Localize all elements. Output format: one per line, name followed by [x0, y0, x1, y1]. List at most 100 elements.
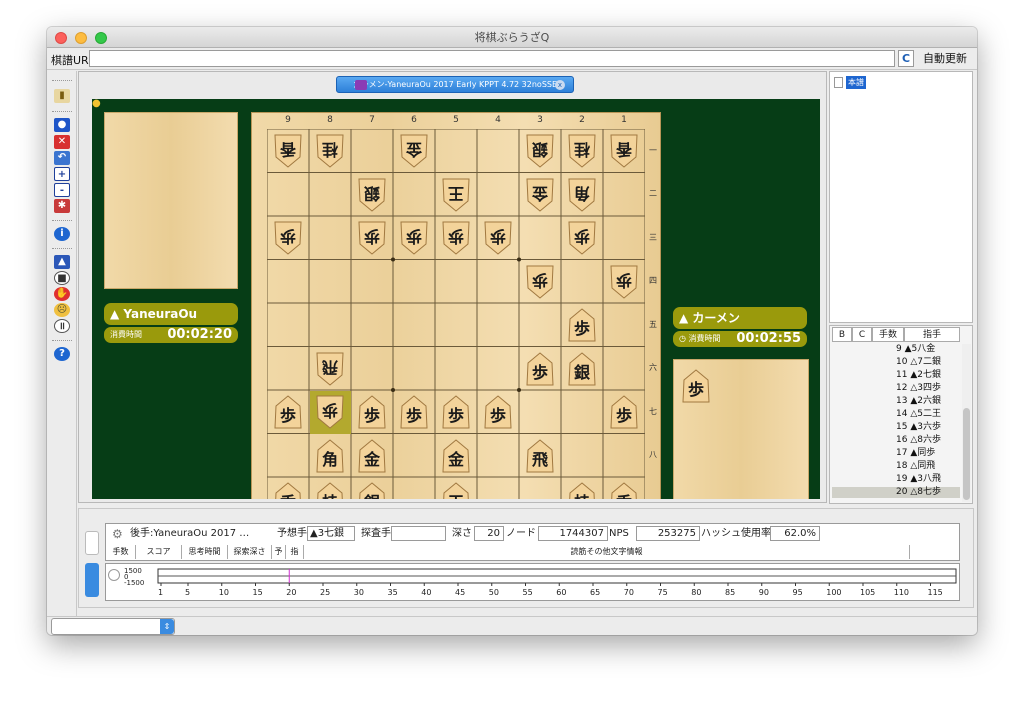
shogi-board[interactable]: 987654321 一二三四五六七八 香桂金銀桂香銀王金角歩歩歩歩歩歩歩歩歩飛歩…	[251, 112, 661, 499]
shogi-piece[interactable]: 桂	[314, 481, 346, 499]
shogi-piece[interactable]: 歩	[566, 307, 598, 343]
shogi-piece[interactable]: 金	[440, 438, 472, 474]
hand-piece[interactable]: 歩	[680, 368, 712, 404]
board-icon[interactable]: ▮	[54, 89, 70, 103]
help-icon[interactable]: ?	[54, 347, 70, 361]
col-move-number[interactable]: 手数	[872, 327, 904, 342]
record-icon[interactable]: ●	[54, 118, 70, 132]
shogi-piece[interactable]: 香	[272, 481, 304, 499]
zoom-window-button[interactable]	[95, 32, 107, 44]
chevron-down-icon[interactable]: ⇕	[160, 619, 174, 634]
tab-close-icon[interactable]: x	[555, 80, 565, 90]
undo-icon[interactable]: ↶	[54, 151, 70, 165]
shogi-piece[interactable]: 香	[608, 133, 640, 169]
shogi-piece[interactable]: 歩	[272, 394, 304, 430]
resign-icon[interactable]: ✋	[54, 287, 70, 301]
tree-node-main[interactable]: 本譜	[846, 76, 866, 89]
minimize-window-button[interactable]	[75, 32, 87, 44]
move-row[interactable]: 14 △5二王	[832, 409, 960, 420]
pause-icon[interactable]: ॥	[54, 319, 70, 333]
shogi-piece[interactable]: 歩	[482, 394, 514, 430]
shogi-piece[interactable]: 角	[566, 177, 598, 213]
game-tab[interactable]: カーメン-YaneuraOu 2017 Early KPPT 4.72 32no…	[336, 76, 574, 93]
face-icon[interactable]: ☹	[54, 303, 70, 317]
col-c[interactable]: C	[852, 327, 872, 342]
move-row[interactable]: 10 △7二銀	[832, 357, 960, 368]
graph-toggle[interactable]	[108, 569, 120, 581]
shogi-piece[interactable]: 銀	[356, 481, 388, 499]
move-row[interactable]: 20 △8七歩	[832, 487, 960, 498]
shogi-piece[interactable]: 角	[314, 438, 346, 474]
close-window-button[interactable]	[55, 32, 67, 44]
shogi-piece[interactable]: 王	[440, 177, 472, 213]
shogi-piece[interactable]: 飛	[314, 351, 346, 387]
shogi-piece[interactable]: 桂	[566, 481, 598, 499]
engine-column-header[interactable]: 指	[286, 545, 304, 559]
move-row[interactable]: 18 △同飛	[832, 461, 960, 472]
reload-button[interactable]: C	[898, 50, 914, 67]
engine-icon[interactable]: ▲	[54, 255, 70, 269]
zoom-out-icon[interactable]: -	[54, 183, 70, 197]
shogi-piece[interactable]: 歩	[524, 264, 556, 300]
sente-piece-stand[interactable]	[104, 112, 238, 289]
shogi-piece[interactable]: 金	[524, 177, 556, 213]
scroll-thumb[interactable]	[963, 408, 970, 500]
move-row[interactable]: 13 ▲2六銀	[832, 396, 960, 407]
move-row[interactable]: 17 ▲同歩	[832, 448, 960, 459]
shogi-piece[interactable]: 桂	[566, 133, 598, 169]
shogi-piece[interactable]: 歩	[272, 220, 304, 256]
shogi-piece[interactable]: 香	[608, 481, 640, 499]
shogi-piece[interactable]: 歩	[398, 394, 430, 430]
engine-column-header[interactable]: 探索深さ	[228, 545, 272, 559]
shogi-piece[interactable]: 歩	[356, 394, 388, 430]
gear-icon[interactable]: ⚙	[112, 527, 123, 541]
shogi-piece[interactable]: 銀	[566, 351, 598, 387]
move-row[interactable]: 11 ▲2七銀	[832, 370, 960, 381]
evaluation-graph[interactable]: 1500 0 -1500 1 5 10 15 20 25 30 35 40 45 50 55 60 65 70 75…	[105, 563, 960, 601]
shogi-piece[interactable]: 銀	[524, 133, 556, 169]
gote-piece-stand[interactable]: 歩	[673, 359, 809, 499]
shogi-piece[interactable]: 歩	[482, 220, 514, 256]
shogi-piece[interactable]: 歩	[566, 220, 598, 256]
shogi-piece[interactable]: 歩	[398, 220, 430, 256]
auto-update-button[interactable]: 自動更新	[920, 50, 970, 67]
shogi-piece[interactable]: 歩	[314, 394, 346, 430]
shogi-piece[interactable]: 歩	[608, 394, 640, 430]
graph-tab[interactable]	[85, 563, 99, 597]
kifu-url-input[interactable]	[89, 50, 895, 67]
stop-icon[interactable]: ■	[54, 271, 70, 285]
zoom-in-icon[interactable]: +	[54, 167, 70, 181]
shogi-piece[interactable]: 歩	[440, 394, 472, 430]
shogi-piece[interactable]: 金	[356, 438, 388, 474]
col-move[interactable]: 指手	[904, 327, 960, 342]
move-row[interactable]: 19 ▲3八飛	[832, 474, 960, 485]
move-row[interactable]: 12 △3四歩	[832, 383, 960, 394]
board-grid[interactable]: 香桂金銀桂香銀王金角歩歩歩歩歩歩歩歩歩飛歩銀歩歩歩歩歩歩歩角金金飛香桂銀玉桂香	[266, 128, 646, 499]
move-row[interactable]: 16 △8六歩	[832, 435, 960, 446]
flip-board-icon[interactable]: ✱	[54, 199, 70, 213]
shogi-piece[interactable]: 歩	[608, 264, 640, 300]
engine-column-header[interactable]: 手数	[106, 545, 136, 559]
info-icon[interactable]: i	[54, 227, 70, 241]
shogi-piece[interactable]: 桂	[314, 133, 346, 169]
engine-column-header[interactable]: 予	[272, 545, 286, 559]
notes-tab[interactable]	[85, 531, 99, 555]
engine-column-header[interactable]: 読筋その他文字情報	[304, 545, 910, 559]
bottom-select[interactable]: ⇕	[51, 618, 175, 635]
shogi-piece[interactable]: 飛	[524, 438, 556, 474]
delete-icon[interactable]: ✕	[54, 135, 70, 149]
move-row[interactable]: 15 ▲3六歩	[832, 422, 960, 433]
shogi-piece[interactable]: 香	[272, 133, 304, 169]
engine-column-header[interactable]: スコア	[136, 545, 182, 559]
move-list-scrollbar[interactable]	[962, 344, 971, 502]
shogi-piece[interactable]: 銀	[356, 177, 388, 213]
move-row[interactable]: 9 ▲5八金	[832, 344, 960, 355]
shogi-piece[interactable]: 歩	[524, 351, 556, 387]
shogi-piece[interactable]: 玉	[440, 481, 472, 499]
shogi-piece[interactable]: 歩	[356, 220, 388, 256]
shogi-piece[interactable]: 金	[398, 133, 430, 169]
col-b[interactable]: B	[832, 327, 852, 342]
lightbulb-icon[interactable]: ●	[92, 99, 102, 109]
engine-column-header[interactable]: 思考時間	[182, 545, 228, 559]
shogi-piece[interactable]: 歩	[440, 220, 472, 256]
